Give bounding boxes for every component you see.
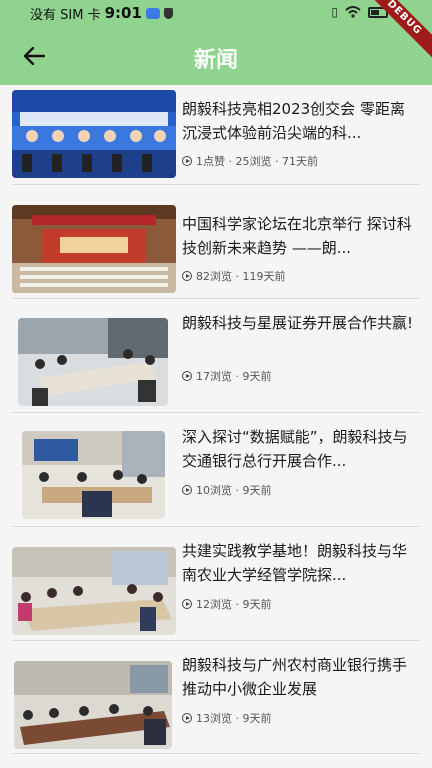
shield-notification-icon bbox=[163, 7, 173, 19]
news-meta-text: 82浏览 · 119天前 bbox=[196, 270, 286, 283]
app-bar: 新闻 bbox=[0, 26, 432, 85]
news-title: 朗毅科技与广州农村商业银行携手推动中小微企业发展 bbox=[182, 656, 408, 698]
vibrate-icon: ▯ bbox=[331, 5, 338, 19]
news-title: 深入探讨“数据赋能”，朗毅科技与交通银行总行开展合作... bbox=[182, 428, 408, 470]
news-meta: 82浏览 · 119天前 bbox=[182, 268, 285, 284]
page-title: 新闻 bbox=[193, 48, 238, 73]
news-meta: 13浏览 · 9天前 bbox=[182, 710, 272, 726]
status-bar: 没有 SIM 卡 9:01 ▯ bbox=[0, 0, 432, 26]
news-meta-text: 17浏览 · 9天前 bbox=[196, 370, 272, 383]
carrier-text: 没有 SIM 卡 bbox=[30, 7, 101, 23]
view-icon bbox=[182, 599, 192, 609]
message-notification-icon bbox=[145, 7, 160, 19]
news-list[interactable]: 朗毅科技亮相2023创交会 零距离沉浸式体验前沿尖端的科... 1点赞 · 25… bbox=[0, 85, 432, 768]
divider bbox=[12, 753, 420, 754]
view-icon bbox=[182, 485, 192, 495]
news-item[interactable]: 深入探讨“数据赋能”，朗毅科技与交通银行总行开展合作... 10浏览 · 9天前 bbox=[0, 413, 432, 527]
news-title: 共建实践教学基地！朗毅科技与华南农业大学经管学院探... bbox=[182, 542, 408, 584]
news-meta: 10浏览 · 9天前 bbox=[182, 482, 272, 498]
wifi-icon bbox=[345, 6, 361, 18]
view-icon bbox=[182, 156, 192, 166]
view-icon bbox=[182, 371, 192, 381]
news-item[interactable]: 朗毅科技与广州农村商业银行携手推动中小微企业发展 13浏览 · 9天前 bbox=[0, 641, 432, 768]
news-item[interactable]: 共建实践教学基地！朗毅科技与华南农业大学经管学院探... 12浏览 · 9天前 bbox=[0, 527, 432, 641]
news-thumbnail bbox=[12, 547, 176, 635]
news-meta: 17浏览 · 9天前 bbox=[182, 368, 272, 384]
news-item[interactable]: 朗毅科技亮相2023创交会 零距离沉浸式体验前沿尖端的科... 1点赞 · 25… bbox=[0, 85, 432, 185]
news-item[interactable]: 中国科学家论坛在北京举行 探讨科技创新未来趋势 ——朗... 82浏览 · 11… bbox=[0, 185, 432, 299]
news-title: 朗毅科技与星展证券开展合作共赢! bbox=[182, 314, 414, 332]
news-meta: 1点赞 · 25浏览 · 71天前 bbox=[182, 153, 318, 169]
news-meta-text: 13浏览 · 9天前 bbox=[196, 712, 272, 725]
news-meta-text: 1点赞 · 25浏览 · 71天前 bbox=[196, 155, 318, 168]
news-thumbnail bbox=[14, 661, 172, 749]
news-thumbnail bbox=[12, 90, 176, 178]
news-thumbnail bbox=[18, 318, 168, 406]
news-thumbnail bbox=[12, 205, 176, 293]
news-title: 中国科学家论坛在北京举行 探讨科技创新未来趋势 ——朗... bbox=[182, 215, 412, 257]
view-icon bbox=[182, 713, 192, 723]
news-meta-text: 10浏览 · 9天前 bbox=[196, 484, 272, 497]
news-item[interactable]: 朗毅科技与星展证券开展合作共赢! 17浏览 · 9天前 bbox=[0, 299, 432, 413]
view-icon bbox=[182, 271, 192, 281]
news-meta: 12浏览 · 9天前 bbox=[182, 596, 272, 612]
news-thumbnail bbox=[22, 431, 165, 519]
news-meta-text: 12浏览 · 9天前 bbox=[196, 598, 272, 611]
clock-time: 9:01 bbox=[104, 4, 142, 22]
news-title: 朗毅科技亮相2023创交会 零距离沉浸式体验前沿尖端的科... bbox=[182, 100, 405, 142]
